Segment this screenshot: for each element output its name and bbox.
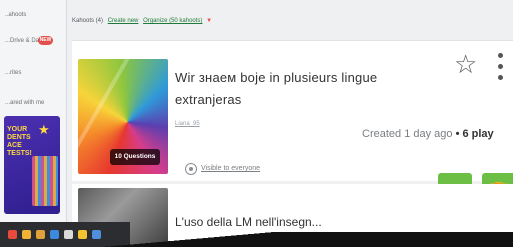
kahoot-author[interactable]: Liana_95 [175, 121, 200, 127]
question-count-badge: 10 Questions [110, 149, 160, 165]
visibility-label[interactable]: Visible to everyone [201, 165, 260, 172]
sidebar: ..ahoots ...Drive & Datro NEW ...rites .… [0, 0, 67, 247]
promo-illustration [32, 156, 58, 206]
chevron-down-icon[interactable]: ▼ [206, 18, 212, 24]
create-new-link[interactable]: Create new [108, 18, 139, 24]
screen-bezel [0, 232, 513, 247]
favorite-star-icon[interactable]: ☆ [454, 49, 477, 80]
kahoots-count: Kahoots (4) [72, 18, 104, 24]
new-badge: NEW [38, 36, 53, 45]
sidebar-item-shared[interactable]: ...ared with me [5, 100, 44, 106]
sidebar-item-favorites[interactable]: ...rites [5, 70, 21, 76]
eye-icon [185, 163, 197, 175]
kahoot-library-screen: ..ahoots ...Drive & Datro NEW ...rites .… [0, 0, 513, 247]
organize-link[interactable]: Organize (50 kahoots) [143, 18, 202, 24]
promo-banner[interactable]: YOUR DENTS ACE TESTS! ★ [4, 116, 60, 214]
star-icon: ★ [38, 122, 50, 137]
kahoot-thumbnail[interactable]: 10 Questions [78, 59, 168, 174]
kahoot-meta: Created 1 day ago • 6 play [362, 128, 494, 140]
sidebar-item-kahoots[interactable]: ..ahoots [5, 12, 26, 18]
created-time: Created 1 day ago [362, 128, 453, 140]
kahoot-title[interactable]: L'uso della LM nell'insegn... [175, 212, 475, 232]
kahoot-card[interactable]: 10 Questions Wir знаем boje in plusieurs… [72, 40, 513, 211]
play-count: • 6 play [455, 128, 494, 140]
library-header: Kahoots (4) Create new Organize (50 kaho… [72, 18, 512, 32]
kahoot-title[interactable]: Wir знаем boje in plusieurs lingue extra… [175, 67, 435, 111]
more-options-icon[interactable] [498, 53, 504, 83]
